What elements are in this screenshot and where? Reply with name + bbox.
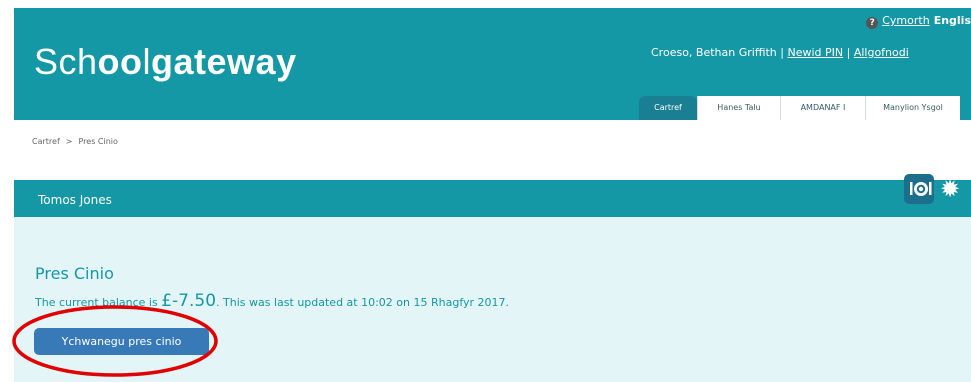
main-nav-tabs: Cartref Hanes Talu AMDANAF I Manylion Ys… [639, 96, 960, 120]
logout-link[interactable]: Allgofnodi [854, 46, 909, 59]
add-lunch-money-button[interactable]: Ychwanegu pres cinio [34, 328, 209, 355]
greeting-text: Croeso, Bethan Griffith [651, 46, 777, 59]
lunch-money-panel: Pres Cinio The current balance is £-7.50… [14, 217, 971, 382]
divider: | [846, 46, 851, 59]
meal-icon[interactable] [904, 174, 934, 204]
schoolgateway-logo[interactable]: Schoolgateway [34, 41, 297, 83]
tab-manylion-ysgol[interactable]: Manylion Ysgol [865, 96, 960, 120]
breadcrumb: Cartref > Pres Cinio [32, 137, 118, 146]
top-utility-bar: ? Cymorth Englis [866, 14, 971, 29]
breadcrumb-separator: > [65, 137, 73, 146]
help-icon[interactable]: ? [866, 17, 879, 29]
balance-info: The current balance is £-7.50. This was … [35, 291, 509, 311]
left-gutter [0, 0, 14, 382]
tab-hanes-talu[interactable]: Hanes Talu [697, 96, 780, 120]
panel-title: Pres Cinio [35, 264, 114, 283]
balance-prefix: The current balance is [35, 296, 162, 309]
help-link[interactable]: Cymorth [882, 14, 929, 27]
child-name: Tomos Jones [38, 193, 112, 207]
site-header: Schoolgateway ? Cymorth Englis Croeso, Bet… [14, 8, 971, 120]
tab-cartref[interactable]: Cartref [639, 96, 697, 120]
breadcrumb-home[interactable]: Cartref [32, 137, 60, 146]
change-pin-link[interactable]: Newid PIN [787, 46, 843, 59]
breadcrumb-current: Pres Cinio [78, 137, 118, 146]
balance-suffix: . This was last updated at 10:02 on 15 R… [216, 296, 510, 309]
sun-icon[interactable]: ✹ [940, 177, 960, 201]
language-toggle[interactable]: Englis [934, 14, 971, 27]
balance-amount: £-7.50 [161, 291, 217, 311]
child-header-bar: Tomos Jones ✹ [14, 174, 971, 217]
tab-amdanaf-i[interactable]: AMDANAF I [780, 96, 865, 120]
user-menu: Croeso, Bethan Griffith | Newid PIN | Al… [651, 46, 909, 59]
divider: | [780, 46, 784, 59]
